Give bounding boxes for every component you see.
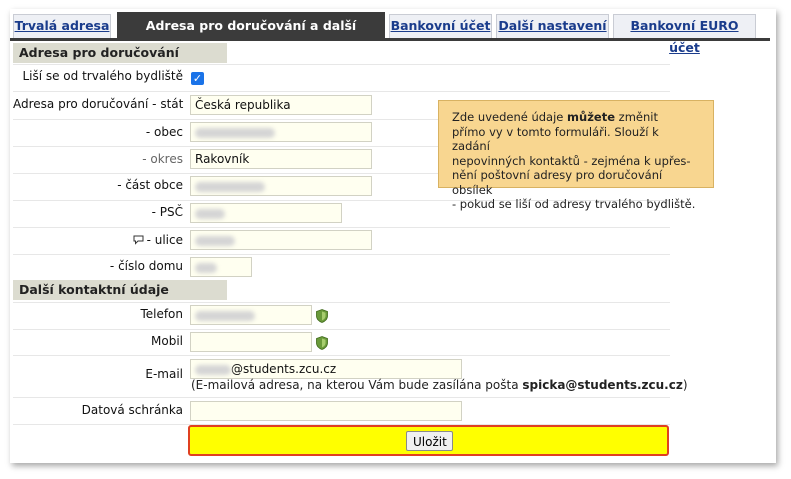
- save-bar: Uložit: [188, 425, 669, 456]
- tooltip-line: přímo vy v tomto formuláři. Slouží k zad…: [452, 124, 659, 154]
- tab-dalsi-nastaveni[interactable]: Další nastavení: [496, 14, 609, 38]
- mobile-label: Mobil: [151, 334, 183, 348]
- email-domain: @students.zcu.cz: [231, 362, 337, 376]
- district-input[interactable]: Rakovník: [190, 149, 372, 169]
- city-label: - obec: [145, 125, 183, 139]
- zip-input[interactable]: [190, 203, 342, 223]
- email-note-address: spicka@students.zcu.cz: [522, 378, 683, 392]
- house-number-input[interactable]: [190, 257, 252, 277]
- redacted-value: [195, 181, 265, 192]
- street-label-text: - ulice: [146, 233, 183, 247]
- redacted-value: [195, 208, 225, 219]
- row-divider: [13, 91, 670, 92]
- city-part-input[interactable]: [190, 176, 372, 196]
- redacted-value: [195, 127, 275, 138]
- zip-label: - PSČ: [151, 205, 183, 219]
- row-divider: [13, 227, 670, 228]
- street-label: - ulice: [13, 232, 183, 248]
- tooltip-line: Zde uvedené údaje můžete změnit: [452, 110, 658, 124]
- row-divider: [13, 397, 670, 398]
- state-input[interactable]: Česká republika: [190, 95, 372, 115]
- tab-adresa-pro-dorucovani[interactable]: Adresa pro doručování a další kontakty: [117, 12, 385, 59]
- tab-bankovni-euro-ucet[interactable]: Bankovní EURO účet: [613, 14, 756, 55]
- row-divider: [13, 355, 670, 356]
- redacted-value: [195, 262, 217, 273]
- databox-label: Datová schránka: [81, 403, 183, 417]
- email-note: (E-mailová adresa, na kterou Vám bude za…: [191, 378, 688, 392]
- tooltip-line: nění poštovní adresy pro doručování obsí…: [452, 168, 663, 197]
- tooltip-line: - pokud se liší od adresy trvalého bydli…: [452, 197, 696, 211]
- shield-icon: [316, 309, 328, 323]
- row-divider: [13, 254, 670, 255]
- help-tooltip: Zde uvedené údaje můžete změnit přímo vy…: [438, 100, 714, 211]
- section-header-contacts: Další kontaktní údaje: [13, 280, 227, 300]
- tab-underline: [10, 38, 770, 41]
- email-label: E-mail: [145, 367, 183, 381]
- row-divider: [13, 64, 670, 65]
- house-number-label: - číslo domu: [109, 259, 183, 273]
- city-input[interactable]: [190, 122, 372, 142]
- databox-input[interactable]: [190, 401, 462, 421]
- differs-label: Liší se od trvalého bydliště: [22, 69, 183, 83]
- tab-bankovni-ucet[interactable]: Bankovní účet: [389, 14, 492, 38]
- differs-checkbox[interactable]: ✓: [191, 72, 204, 85]
- section-header-delivery: Adresa pro doručování: [13, 43, 227, 63]
- phone-input[interactable]: [190, 305, 312, 325]
- check-icon: ✓: [192, 72, 203, 85]
- email-input[interactable]: @students.zcu.cz: [190, 359, 462, 379]
- mobile-input[interactable]: [190, 332, 312, 352]
- district-label: - okres: [142, 152, 183, 166]
- redacted-value: [195, 364, 231, 375]
- row-divider: [13, 329, 670, 330]
- shield-icon: [316, 336, 328, 350]
- phone-label: Telefon: [140, 307, 183, 321]
- tab-trvala-adresa[interactable]: Trvalá adresa: [13, 14, 111, 38]
- chat-bubble-icon: [133, 235, 144, 245]
- row-divider: [13, 302, 670, 303]
- street-input[interactable]: [190, 230, 372, 250]
- tooltip-line: nepovinných kontaktů - zejména k upřes-: [452, 153, 691, 168]
- redacted-value: [195, 235, 235, 246]
- city-part-label: - část obce: [117, 178, 183, 192]
- state-label: Adresa pro doručování - stát: [13, 97, 184, 111]
- save-button[interactable]: Uložit: [406, 431, 453, 451]
- redacted-value: [195, 310, 255, 321]
